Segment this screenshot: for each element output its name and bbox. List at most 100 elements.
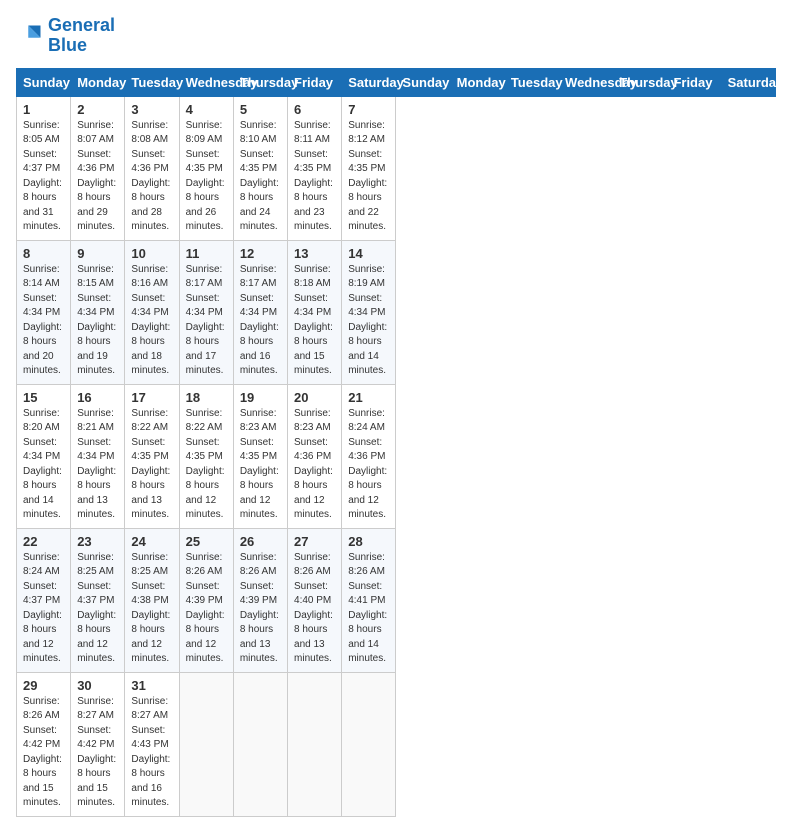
calendar-cell: 30 Sunrise: 8:27 AMSunset: 4:42 PMDaylig… [71,672,125,816]
col-header-monday: Monday [450,68,504,96]
day-info: Sunrise: 8:25 AMSunset: 4:37 PMDaylight:… [77,551,118,667]
day-info: Sunrise: 8:12 AMSunset: 4:35 PMDaylight:… [348,119,389,235]
calendar-cell [288,672,342,816]
calendar-cell: 6 Sunrise: 8:11 AMSunset: 4:35 PMDayligh… [288,96,342,240]
day-info: Sunrise: 8:20 AMSunset: 4:34 PMDaylight:… [23,407,64,523]
day-info: Sunrise: 8:05 AMSunset: 4:37 PMDaylight:… [23,119,64,235]
calendar-cell: 19 Sunrise: 8:23 AMSunset: 4:35 PMDaylig… [233,384,287,528]
calendar-cell: 4 Sunrise: 8:09 AMSunset: 4:35 PMDayligh… [179,96,233,240]
day-info: Sunrise: 8:09 AMSunset: 4:35 PMDaylight:… [186,119,227,235]
day-info: Sunrise: 8:11 AMSunset: 4:35 PMDaylight:… [294,119,335,235]
col-header-saturday: Saturday [342,68,396,96]
day-info: Sunrise: 8:14 AMSunset: 4:34 PMDaylight:… [23,263,64,379]
day-number: 31 [131,678,172,693]
calendar-cell: 5 Sunrise: 8:10 AMSunset: 4:35 PMDayligh… [233,96,287,240]
calendar-cell: 21 Sunrise: 8:24 AMSunset: 4:36 PMDaylig… [342,384,396,528]
calendar-cell [179,672,233,816]
day-info: Sunrise: 8:26 AMSunset: 4:41 PMDaylight:… [348,551,389,667]
calendar-cell: 20 Sunrise: 8:23 AMSunset: 4:36 PMDaylig… [288,384,342,528]
day-number: 14 [348,246,389,261]
day-number: 17 [131,390,172,405]
day-info: Sunrise: 8:21 AMSunset: 4:34 PMDaylight:… [77,407,118,523]
day-number: 13 [294,246,335,261]
calendar-cell: 28 Sunrise: 8:26 AMSunset: 4:41 PMDaylig… [342,528,396,672]
day-info: Sunrise: 8:26 AMSunset: 4:39 PMDaylight:… [240,551,281,667]
day-number: 4 [186,102,227,117]
calendar-cell: 31 Sunrise: 8:27 AMSunset: 4:43 PMDaylig… [125,672,179,816]
day-info: Sunrise: 8:18 AMSunset: 4:34 PMDaylight:… [294,263,335,379]
calendar-cell: 29 Sunrise: 8:26 AMSunset: 4:42 PMDaylig… [17,672,71,816]
day-number: 9 [77,246,118,261]
day-number: 22 [23,534,64,549]
day-number: 23 [77,534,118,549]
calendar-cell: 18 Sunrise: 8:22 AMSunset: 4:35 PMDaylig… [179,384,233,528]
day-number: 7 [348,102,389,117]
day-number: 12 [240,246,281,261]
calendar-cell: 24 Sunrise: 8:25 AMSunset: 4:38 PMDaylig… [125,528,179,672]
calendar-cell: 7 Sunrise: 8:12 AMSunset: 4:35 PMDayligh… [342,96,396,240]
day-number: 26 [240,534,281,549]
col-header-tuesday: Tuesday [504,68,558,96]
calendar-cell: 23 Sunrise: 8:25 AMSunset: 4:37 PMDaylig… [71,528,125,672]
day-info: Sunrise: 8:22 AMSunset: 4:35 PMDaylight:… [131,407,172,523]
day-number: 6 [294,102,335,117]
day-number: 30 [77,678,118,693]
day-number: 1 [23,102,64,117]
logo: General Blue [16,16,115,56]
col-header-friday: Friday [667,68,721,96]
calendar-cell: 27 Sunrise: 8:26 AMSunset: 4:40 PMDaylig… [288,528,342,672]
week-row-4: 22 Sunrise: 8:24 AMSunset: 4:37 PMDaylig… [17,528,776,672]
week-row-5: 29 Sunrise: 8:26 AMSunset: 4:42 PMDaylig… [17,672,776,816]
day-number: 28 [348,534,389,549]
calendar-cell: 15 Sunrise: 8:20 AMSunset: 4:34 PMDaylig… [17,384,71,528]
col-header-sunday: Sunday [396,68,450,96]
day-number: 3 [131,102,172,117]
calendar-cell: 8 Sunrise: 8:14 AMSunset: 4:34 PMDayligh… [17,240,71,384]
day-info: Sunrise: 8:26 AMSunset: 4:42 PMDaylight:… [23,695,64,811]
calendar-cell: 2 Sunrise: 8:07 AMSunset: 4:36 PMDayligh… [71,96,125,240]
day-info: Sunrise: 8:26 AMSunset: 4:39 PMDaylight:… [186,551,227,667]
day-info: Sunrise: 8:23 AMSunset: 4:35 PMDaylight:… [240,407,281,523]
day-info: Sunrise: 8:15 AMSunset: 4:34 PMDaylight:… [77,263,118,379]
day-number: 24 [131,534,172,549]
calendar-cell: 25 Sunrise: 8:26 AMSunset: 4:39 PMDaylig… [179,528,233,672]
col-header-friday: Friday [288,68,342,96]
calendar-cell: 12 Sunrise: 8:17 AMSunset: 4:34 PMDaylig… [233,240,287,384]
calendar-cell: 17 Sunrise: 8:22 AMSunset: 4:35 PMDaylig… [125,384,179,528]
col-header-saturday: Saturday [721,68,775,96]
week-row-1: 1 Sunrise: 8:05 AMSunset: 4:37 PMDayligh… [17,96,776,240]
day-info: Sunrise: 8:19 AMSunset: 4:34 PMDaylight:… [348,263,389,379]
day-number: 20 [294,390,335,405]
col-header-sunday: Sunday [17,68,71,96]
day-info: Sunrise: 8:17 AMSunset: 4:34 PMDaylight:… [186,263,227,379]
day-info: Sunrise: 8:27 AMSunset: 4:42 PMDaylight:… [77,695,118,811]
col-header-tuesday: Tuesday [125,68,179,96]
col-header-wednesday: Wednesday [179,68,233,96]
day-number: 25 [186,534,227,549]
day-number: 21 [348,390,389,405]
week-row-2: 8 Sunrise: 8:14 AMSunset: 4:34 PMDayligh… [17,240,776,384]
calendar-cell: 22 Sunrise: 8:24 AMSunset: 4:37 PMDaylig… [17,528,71,672]
calendar-cell: 9 Sunrise: 8:15 AMSunset: 4:34 PMDayligh… [71,240,125,384]
calendar-cell: 13 Sunrise: 8:18 AMSunset: 4:34 PMDaylig… [288,240,342,384]
col-header-thursday: Thursday [613,68,667,96]
day-number: 27 [294,534,335,549]
day-number: 18 [186,390,227,405]
calendar-cell: 14 Sunrise: 8:19 AMSunset: 4:34 PMDaylig… [342,240,396,384]
day-number: 19 [240,390,281,405]
day-info: Sunrise: 8:23 AMSunset: 4:36 PMDaylight:… [294,407,335,523]
day-number: 11 [186,246,227,261]
calendar-table: SundayMondayTuesdayWednesdayThursdayFrid… [16,68,776,817]
day-number: 15 [23,390,64,405]
week-row-3: 15 Sunrise: 8:20 AMSunset: 4:34 PMDaylig… [17,384,776,528]
day-info: Sunrise: 8:07 AMSunset: 4:36 PMDaylight:… [77,119,118,235]
calendar-cell: 11 Sunrise: 8:17 AMSunset: 4:34 PMDaylig… [179,240,233,384]
day-info: Sunrise: 8:24 AMSunset: 4:37 PMDaylight:… [23,551,64,667]
day-info: Sunrise: 8:27 AMSunset: 4:43 PMDaylight:… [131,695,172,811]
day-number: 10 [131,246,172,261]
day-info: Sunrise: 8:17 AMSunset: 4:34 PMDaylight:… [240,263,281,379]
day-number: 8 [23,246,64,261]
calendar-cell [342,672,396,816]
day-number: 2 [77,102,118,117]
header-row: SundayMondayTuesdayWednesdayThursdayFrid… [17,68,776,96]
